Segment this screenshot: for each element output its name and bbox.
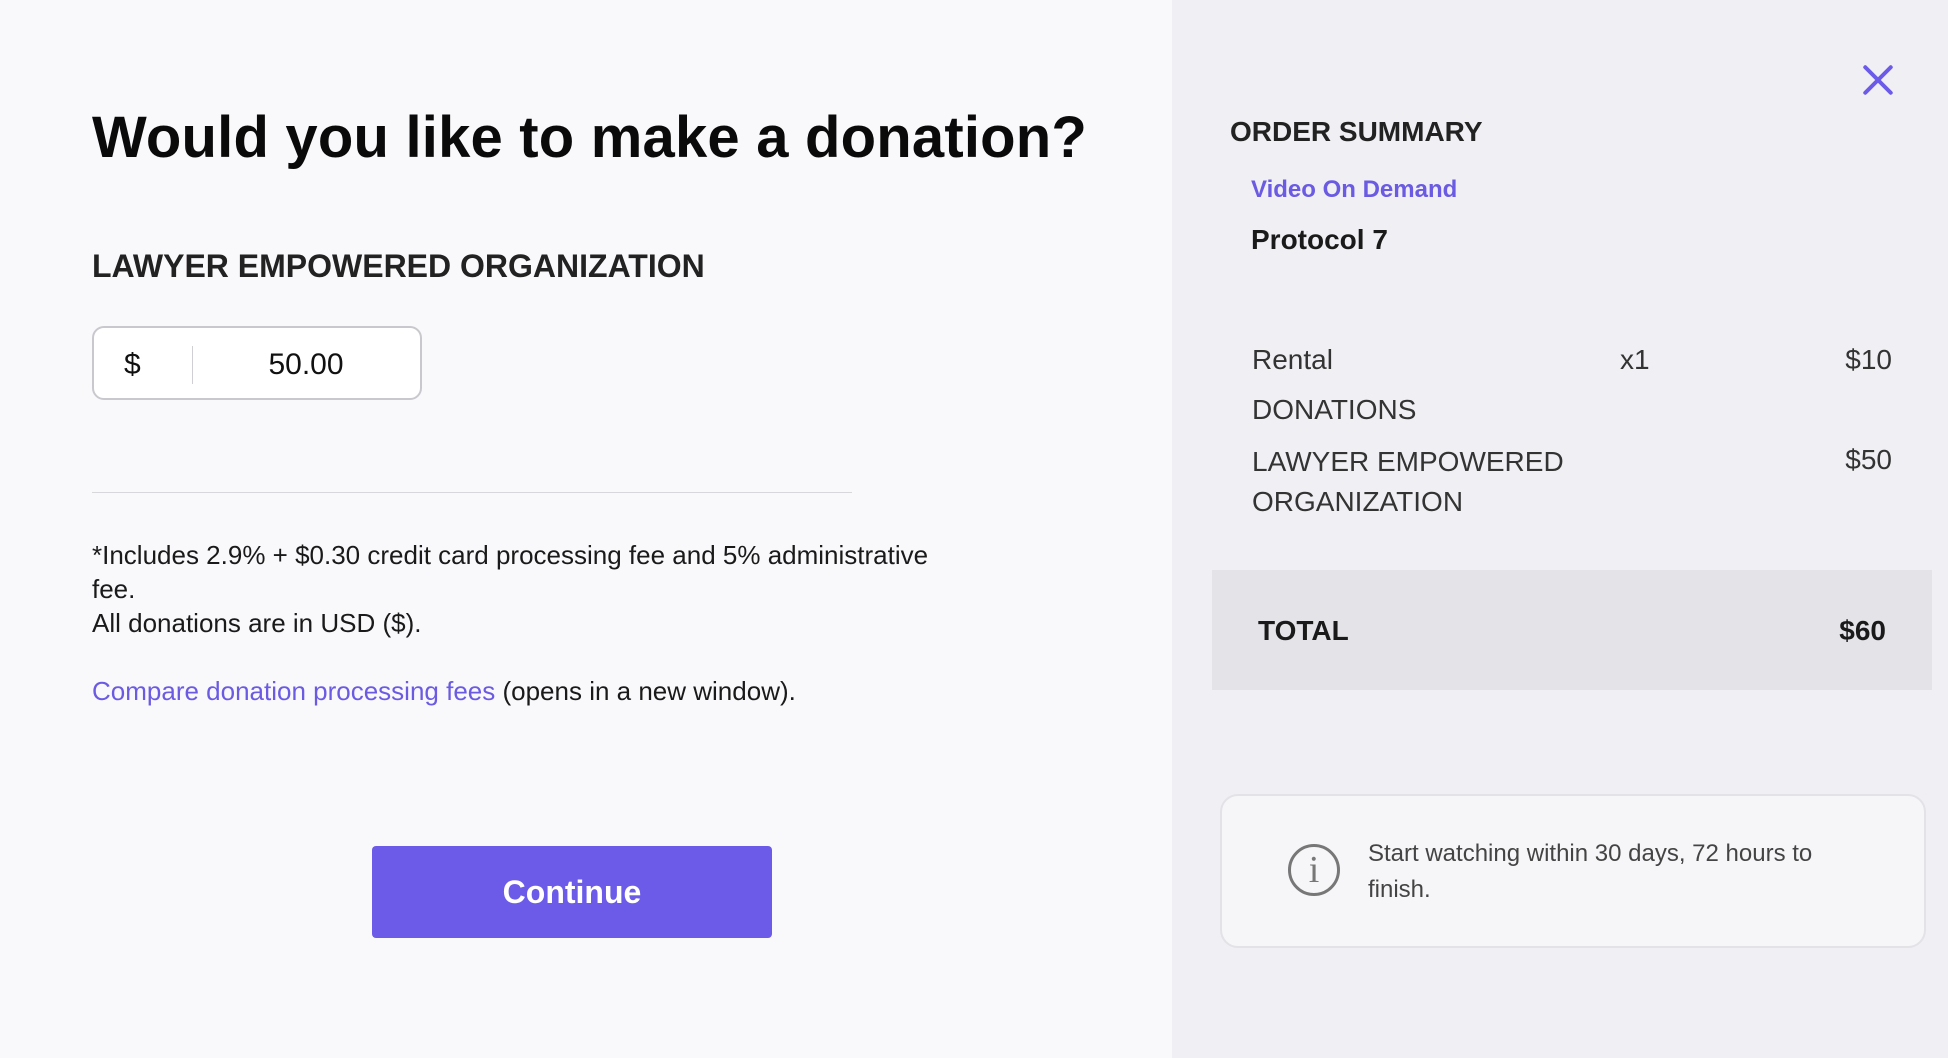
amount-divider	[192, 346, 193, 384]
compare-fees-line: Compare donation processing fees (opens …	[92, 674, 796, 708]
total-row: TOTAL $60	[1212, 570, 1932, 690]
rental-label: Rental	[1252, 344, 1333, 375]
organization-name: LAWYER EMPOWERED ORGANIZATION	[92, 248, 705, 284]
continue-button[interactable]: Continue	[372, 846, 772, 938]
total-value: $60	[1839, 615, 1886, 646]
rental-price: $10	[1845, 344, 1892, 375]
fee-note: *Includes 2.9% + $0.30 credit card proce…	[92, 540, 929, 604]
total-label: TOTAL	[1258, 615, 1349, 646]
donation-amount-field[interactable]: $	[92, 326, 422, 400]
rental-quantity: x1	[1620, 344, 1650, 375]
donation-line-price: $50	[1845, 444, 1892, 475]
close-icon[interactable]	[1858, 60, 1898, 100]
currency-symbol: $	[124, 348, 141, 381]
film-title: Protocol 7	[1251, 224, 1388, 255]
info-icon: i	[1288, 844, 1340, 896]
compare-fees-suffix: (opens in a new window).	[495, 676, 796, 706]
donation-amount-input[interactable]	[204, 342, 408, 388]
compare-fees-link[interactable]: Compare donation processing fees	[92, 676, 495, 706]
currency-note: All donations are in USD ($).	[92, 608, 422, 638]
section-divider	[92, 492, 852, 493]
page-title: Would you like to make a donation?	[92, 105, 1088, 170]
donations-heading: DONATIONS	[1252, 394, 1417, 425]
order-summary-title: ORDER SUMMARY	[1230, 116, 1483, 147]
donation-line-label: LAWYER EMPOWERED ORGANIZATION	[1252, 446, 1564, 517]
viewing-window-notice: i Start watching within 30 days, 72 hour…	[1220, 794, 1926, 948]
donation-panel: Would you like to make a donation? LAWYE…	[0, 0, 1172, 1058]
product-category: Video On Demand	[1251, 176, 1458, 203]
viewing-window-text: Start watching within 30 days, 72 hours …	[1368, 840, 1813, 903]
